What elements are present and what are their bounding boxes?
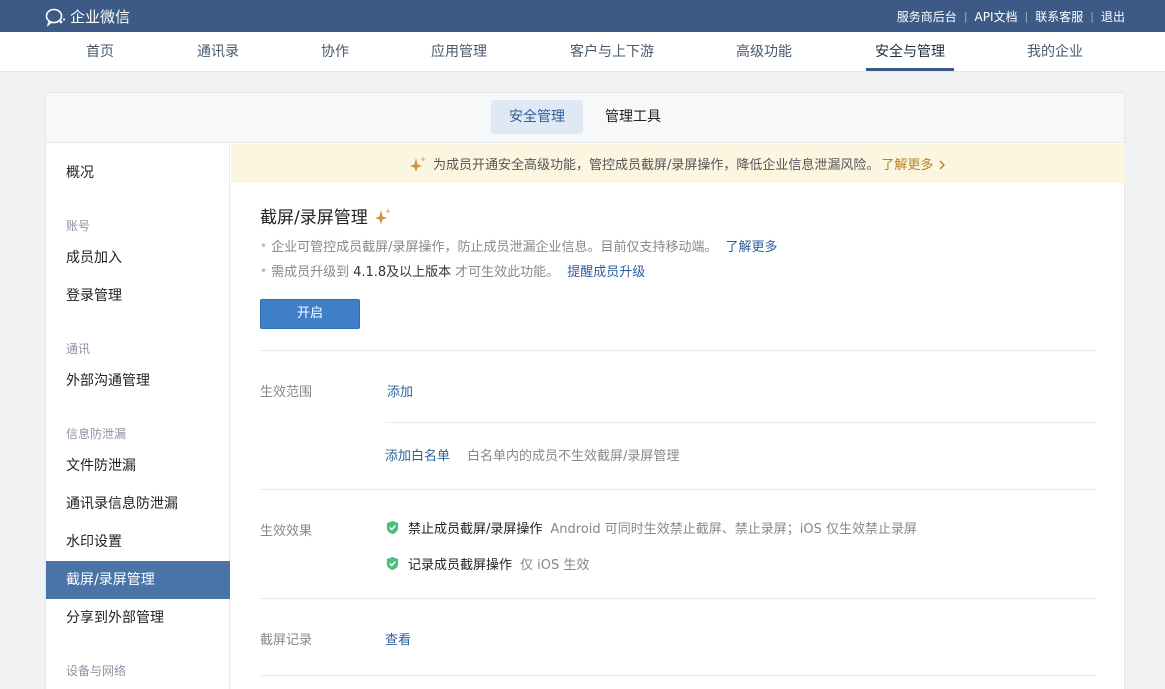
divider — [260, 489, 1096, 490]
nav-security-management[interactable]: 安全与管理 — [866, 32, 954, 72]
divider — [260, 350, 1096, 351]
description-text-1: 企业可管控成员截屏/录屏操作，防止成员泄漏企业信息。目前仅支持移动端。 — [271, 240, 718, 255]
sidebar-item-watermark-settings[interactable]: 水印设置 — [46, 523, 230, 561]
tab-security-management[interactable]: 安全管理 — [491, 100, 583, 134]
learn-more-link[interactable]: 了解更多 — [725, 236, 777, 255]
divider: | — [963, 9, 968, 23]
divider: | — [1090, 9, 1094, 23]
bullet: • — [260, 238, 268, 253]
app-logo[interactable]: 企业微信 — [44, 6, 130, 27]
check-badge-icon — [386, 520, 399, 535]
sidebar-item-external-communication[interactable]: 外部沟通管理 — [46, 362, 230, 400]
notice-learn-more-label: 了解更多 — [881, 158, 934, 173]
effect-item-text: 记录成员截屏操作 — [408, 558, 513, 573]
sidebar-group-leak-prevention: 信息防泄漏 — [66, 427, 127, 441]
divider — [260, 598, 1096, 599]
notice-banner: 为成员开通安全高级功能，管控成员截屏/录屏操作，降低企业信息泄漏风险。 了解更多 — [231, 144, 1125, 183]
premium-sparkle-icon — [374, 207, 391, 224]
sidebar-group-communication: 通讯 — [66, 342, 91, 356]
sidebar-item-member-join[interactable]: 成员加入 — [46, 239, 230, 277]
bullet: • — [260, 263, 268, 278]
required-version: 4.1.8及以上版本 — [353, 265, 452, 280]
nav-collaboration[interactable]: 协作 — [305, 32, 365, 72]
sidebar-item-external-sharing[interactable]: 分享到外部管理 — [46, 599, 230, 637]
nav-my-enterprise[interactable]: 我的企业 — [1016, 32, 1094, 72]
notice-learn-more-link[interactable]: 了解更多 — [881, 154, 947, 173]
effect-item-note: Android 可同时生效禁止截屏、禁止录屏；iOS 仅生效禁止录屏 — [550, 522, 918, 537]
wecom-logo-icon — [45, 8, 66, 27]
sidebar-item-overview[interactable]: 概况 — [46, 154, 230, 192]
nav-customers-partners[interactable]: 客户与上下游 — [560, 32, 664, 72]
effect-label: 生效效果 — [260, 524, 313, 539]
nav-active-indicator — [866, 68, 954, 71]
page-title: 截屏/录屏管理 — [260, 203, 392, 228]
whitelist-hint: 白名单内的成员不生效截屏/录屏管理 — [467, 449, 680, 464]
description-line-2: • 需成员升级到 4.1.8及以上版本 才可生效此功能。 提醒成员升级 — [260, 261, 645, 281]
chevron-right-icon — [939, 160, 946, 170]
link-logout[interactable]: 退出 — [1101, 8, 1125, 25]
effect-item-note: 仅 iOS 生效 — [520, 558, 590, 573]
record-label: 截屏记录 — [260, 633, 313, 648]
main-card: 安全管理 管理工具 概况 账号 成员加入 登录管理 通讯 外部沟通管理 信息防泄… — [45, 92, 1125, 689]
app-name: 企业微信 — [70, 8, 131, 26]
divider — [260, 675, 1096, 676]
link-vendor-console[interactable]: 服务商后台 — [897, 8, 957, 25]
check-badge-icon — [386, 556, 399, 571]
sidebar-item-file-leak-prevention[interactable]: 文件防泄漏 — [46, 447, 230, 485]
link-api-docs[interactable]: API文档 — [975, 8, 1018, 25]
main-nav: 首页 通讯录 协作 应用管理 客户与上下游 高级功能 安全与管理 我的企业 — [0, 32, 1165, 72]
sidebar-item-login-management[interactable]: 登录管理 — [46, 277, 230, 315]
description-line-1: • 企业可管控成员截屏/录屏操作，防止成员泄漏企业信息。目前仅支持移动端。 了解… — [260, 236, 777, 256]
notice-text: 为成员开通安全高级功能，管控成员截屏/录屏操作，降低企业信息泄漏风险。 — [433, 158, 880, 173]
tab-management-tools[interactable]: 管理工具 — [593, 100, 673, 134]
sidebar-group-devices-network: 设备与网络 — [66, 664, 127, 678]
divider: | — [1024, 9, 1029, 23]
nav-app-management[interactable]: 应用管理 — [420, 32, 498, 72]
add-scope-button[interactable]: 添加 — [387, 381, 413, 400]
effect-item-text: 禁止成员截屏/录屏操作 — [408, 522, 543, 537]
nav-advanced-features[interactable]: 高级功能 — [724, 32, 804, 72]
view-records-button[interactable]: 查看 — [385, 629, 411, 648]
nav-home[interactable]: 首页 — [70, 32, 130, 72]
link-contact-support[interactable]: 联系客服 — [1035, 8, 1083, 25]
top-links: 服务商后台 | API文档 | 联系客服 | 退出 — [897, 0, 1125, 32]
sparkle-icon — [410, 155, 426, 172]
remind-upgrade-link[interactable]: 提醒成员升级 — [567, 261, 645, 280]
sidebar-group-account: 账号 — [66, 219, 91, 233]
description-prefix: 需成员升级到 — [271, 265, 350, 280]
sidebar: 概况 账号 成员加入 登录管理 通讯 外部沟通管理 信息防泄漏 文件防泄漏 通讯… — [46, 144, 230, 689]
enable-button[interactable]: 开启 — [260, 299, 360, 329]
add-whitelist-button[interactable]: 添加白名单 — [385, 445, 450, 464]
description-suffix: 才可生效此功能。 — [455, 265, 560, 280]
scope-label: 生效范围 — [260, 385, 313, 400]
sidebar-item-contacts-leak-prevention[interactable]: 通讯录信息防泄漏 — [46, 485, 230, 523]
effect-item-block-screenshot: 禁止成员截屏/录屏操作 Android 可同时生效禁止截屏、禁止录屏；iOS 仅… — [385, 518, 917, 537]
effect-item-record-screenshot: 记录成员截屏操作 仅 iOS 生效 — [385, 554, 589, 573]
page-title-text: 截屏/录屏管理 — [260, 208, 368, 228]
sidebar-item-screenshot-management[interactable]: 截屏/录屏管理 — [46, 561, 230, 599]
sub-tabs-bar: 安全管理 管理工具 — [46, 93, 1124, 143]
top-bar: 企业微信 服务商后台 | API文档 | 联系客服 | 退出 — [0, 0, 1165, 32]
nav-contacts[interactable]: 通讯录 — [186, 32, 250, 72]
divider — [385, 422, 1096, 423]
